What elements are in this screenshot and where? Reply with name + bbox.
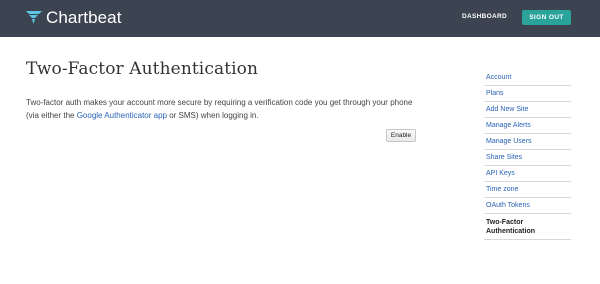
sidebar-item-two-factor-current: Two-Factor Authentication — [484, 214, 571, 240]
settings-sidebar: Account Plans Add New Site Manage Alerts… — [484, 70, 571, 240]
intro-paragraph: Two-factor auth makes your account more … — [26, 96, 426, 122]
sidebar-item-add-new-site[interactable]: Add New Site — [484, 102, 571, 118]
sidebar-item-plans[interactable]: Plans — [484, 86, 571, 102]
sidebar-item-share-sites[interactable]: Share Sites — [484, 150, 571, 166]
chartbeat-logo-icon — [26, 11, 42, 24]
intro-text-end: or SMS) when logging in. — [167, 111, 259, 120]
sidebar-current-label: Two-Factor Authentication — [486, 218, 535, 235]
sidebar-item-label[interactable]: Plans — [484, 90, 504, 97]
google-authenticator-link[interactable]: Google Authenticator app — [77, 111, 167, 120]
brand-logo[interactable]: Chartbeat — [26, 8, 122, 28]
sidebar-item-label[interactable]: Add New Site — [484, 106, 528, 113]
brand-name: Chartbeat — [46, 8, 122, 27]
sidebar-item-label[interactable]: Account — [484, 74, 511, 81]
sidebar-item-api-keys[interactable]: API Keys — [484, 166, 571, 182]
page-title: Two-Factor Authentication — [26, 59, 259, 79]
top-navigation-bar: Chartbeat DASHBOARD SIGN OUT — [0, 0, 600, 37]
dashboard-link[interactable]: DASHBOARD — [462, 13, 507, 20]
sidebar-item-label[interactable]: Manage Users — [484, 138, 532, 145]
sidebar-item-label[interactable]: API Keys — [484, 170, 515, 177]
sidebar-item-time-zone[interactable]: Time zone — [484, 182, 571, 198]
sign-out-button[interactable]: SIGN OUT — [522, 10, 571, 25]
sidebar-item-label[interactable]: OAuth Tokens — [484, 202, 530, 209]
sidebar-item-manage-alerts[interactable]: Manage Alerts — [484, 118, 571, 134]
enable-button[interactable]: Enable — [386, 129, 416, 142]
sidebar-item-oauth-tokens[interactable]: OAuth Tokens — [484, 198, 571, 214]
sidebar-item-account[interactable]: Account — [484, 70, 571, 86]
sidebar-item-manage-users[interactable]: Manage Users — [484, 134, 571, 150]
sidebar-item-label[interactable]: Share Sites — [484, 154, 522, 161]
sidebar-item-label[interactable]: Manage Alerts — [484, 122, 531, 129]
sidebar-item-label[interactable]: Time zone — [484, 186, 518, 193]
